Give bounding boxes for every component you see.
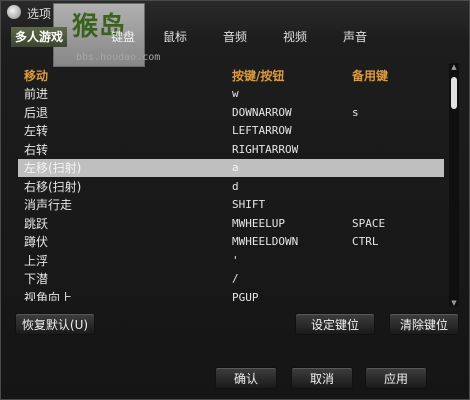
column-header-key: 按键/按钮 — [232, 69, 285, 83]
tab-bar: 多人游戏 键盘 鼠标 音频 视频 声音 — [1, 27, 470, 47]
scroll-down-arrow-icon[interactable]: ▼ — [449, 299, 459, 307]
keybind-key: ' — [232, 253, 239, 267]
keybind-alt: SPACE — [352, 216, 386, 230]
keybind-action: 右转 — [24, 142, 49, 157]
options-dialog: 选项 猴岛 bbs.houdao.com 多人游戏 键盘 鼠标 音频 视频 声音… — [0, 0, 470, 400]
tab-video[interactable]: 视频 — [277, 27, 313, 47]
keybind-row[interactable]: 上浮 ' — [18, 252, 444, 270]
keybind-action: 右移(扫射) — [24, 179, 82, 194]
keybind-row[interactable]: 视角向上 PGUP — [18, 289, 444, 302]
keybind-key: / — [232, 272, 239, 285]
keybind-row[interactable]: 消声行走 SHIFT — [18, 196, 444, 214]
keybind-row[interactable]: 下潜 / — [18, 270, 444, 288]
ok-button[interactable]: 确认 — [215, 367, 277, 389]
scrollbar[interactable]: ▲ ▼ — [449, 63, 459, 307]
keybind-row[interactable]: 跳跃 MWHEELUP SPACE — [18, 215, 444, 233]
keybind-action: 消声行走 — [24, 198, 73, 212]
reset-defaults-button[interactable]: 恢复默认(U) — [15, 313, 95, 335]
keybind-row[interactable]: 右转 RIGHTARROW — [18, 141, 444, 159]
scroll-up-arrow-icon[interactable]: ▲ — [449, 63, 459, 71]
keybind-row[interactable]: 左转 LEFTARROW — [18, 122, 444, 140]
keybind-row[interactable]: 后退 DOWNARROW s — [18, 104, 444, 122]
keybind-key: LEFTARROW — [232, 124, 292, 137]
keybind-row[interactable]: 右移(扫射) d — [18, 178, 444, 196]
keybind-alt: s — [352, 105, 359, 119]
keybind-key: MWHEELDOWN — [232, 235, 299, 248]
apply-button[interactable]: 应用 — [365, 367, 427, 389]
keybind-row[interactable]: 前进 w — [18, 85, 444, 103]
watermark-text: bbs.houdao.com — [76, 52, 161, 63]
keybind-key: RIGHTARROW — [232, 142, 299, 156]
keybind-action: 视角向上 — [24, 290, 73, 302]
keybind-action: 下潜 — [24, 272, 49, 286]
keybind-action: 左移(扫射) — [24, 161, 82, 175]
clear-key-button[interactable]: 清除键位 — [389, 313, 459, 335]
keybind-key: d — [232, 179, 239, 193]
set-key-button[interactable]: 设定键位 — [295, 313, 375, 335]
keybind-list[interactable]: 移动 按键/按钮 备用键 前进 w 后退 DOWNARROW s 左转 LEFTARROW 右… — [18, 67, 444, 301]
column-header-action: 移动 — [24, 69, 49, 83]
keybind-alt: CTRL — [352, 235, 379, 248]
keybind-action: 左转 — [24, 124, 49, 138]
keybind-action: 前进 — [24, 87, 49, 101]
keybind-action: 上浮 — [24, 253, 49, 268]
tab-multiplayer[interactable]: 多人游戏 — [11, 27, 68, 47]
tab-audio[interactable]: 音频 — [217, 27, 253, 47]
keybind-key: a — [232, 161, 239, 174]
steam-icon — [7, 5, 21, 19]
keybind-action: 跳跃 — [24, 216, 49, 231]
keybind-action: 蹲伏 — [24, 235, 49, 249]
keybind-key: SHIFT — [232, 198, 266, 211]
keybind-row[interactable]: 左移(扫射) a — [18, 159, 444, 177]
scroll-thumb[interactable] — [451, 77, 457, 109]
keybind-row[interactable]: 蹲伏 MWHEELDOWN CTRL — [18, 233, 444, 251]
keybind-key: PGUP — [232, 290, 259, 302]
column-header-alt: 备用键 — [352, 69, 389, 83]
tab-keyboard[interactable]: 键盘 — [105, 27, 141, 47]
keybind-action: 后退 — [24, 105, 49, 120]
keybind-key: w — [232, 87, 239, 100]
window-title: 选项 — [27, 7, 52, 21]
keybind-key: MWHEELUP — [232, 216, 285, 230]
keybind-key: DOWNARROW — [232, 105, 292, 119]
tab-voice[interactable]: 声音 — [337, 27, 373, 47]
cancel-button[interactable]: 取消 — [291, 367, 353, 389]
tab-mouse[interactable]: 鼠标 — [157, 27, 193, 47]
keybind-header: 移动 按键/按钮 备用键 — [18, 67, 444, 83]
